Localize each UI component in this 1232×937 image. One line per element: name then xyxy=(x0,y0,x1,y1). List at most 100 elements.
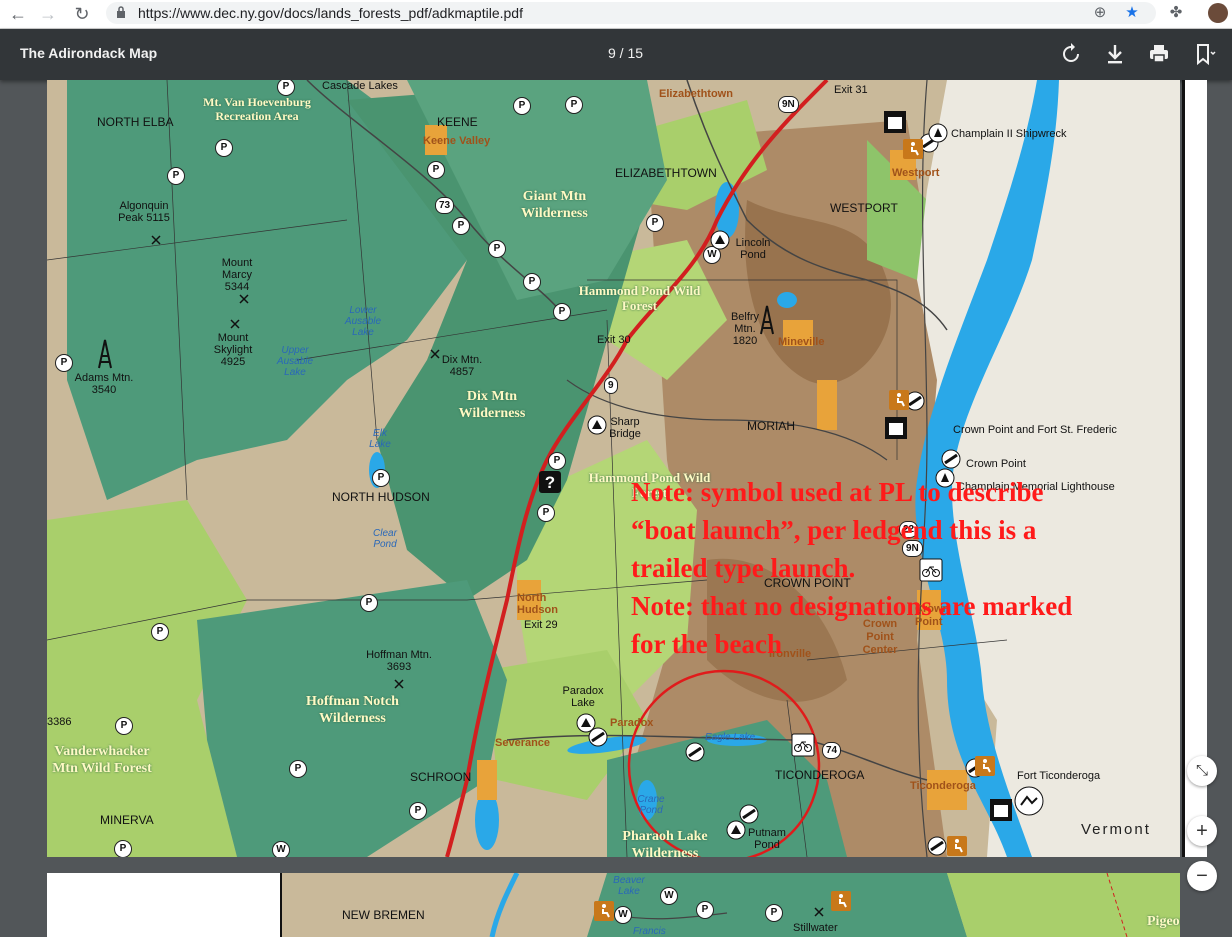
back-arrow-icon[interactable]: ← xyxy=(6,2,30,26)
information-icon: ? xyxy=(539,471,561,493)
parking-icon: P xyxy=(565,96,583,114)
water-label: Upper Ausable Lake xyxy=(276,345,314,378)
avatar[interactable] xyxy=(1208,3,1228,23)
parking-icon: P xyxy=(452,217,470,235)
hamlet-label: North Hudson xyxy=(517,592,558,616)
parking-icon: P xyxy=(696,901,714,919)
accessible-icon xyxy=(889,390,909,410)
download-icon[interactable] xyxy=(1103,42,1127,66)
water-label: Elk Lake xyxy=(369,428,391,450)
water-label: Clear Pond xyxy=(373,528,397,550)
wilderness-label: Pharaoh Lake Wilderness xyxy=(622,829,708,857)
forward-arrow-icon[interactable]: → xyxy=(36,2,60,26)
water-label: Eagle Lake xyxy=(705,732,756,743)
lake-label: Lincoln Pond xyxy=(735,237,771,261)
parking-icon: P xyxy=(646,214,664,232)
pdf-page-map: NORTH ELBA KEENE ELIZABETHTOWN WESTPORT … xyxy=(47,80,1180,857)
annotation-line: Note: symbol used at PL to describe xyxy=(631,477,1044,507)
landmark-label: Crown Point and Fort St. Frederic xyxy=(953,424,1117,436)
water-label: Francis xyxy=(633,926,666,937)
parking-icon: P xyxy=(115,717,133,735)
bookmark-star-icon[interactable]: ★ xyxy=(1122,3,1142,23)
town-label: WESTPORT xyxy=(830,201,898,215)
town-label: SCHROON xyxy=(410,770,472,784)
boat-launch-icon xyxy=(739,804,759,824)
print-icon[interactable] xyxy=(1147,42,1171,66)
boat-launch-icon xyxy=(927,836,947,856)
peak-label: Dix Mtn. 4857 xyxy=(441,354,483,378)
route-shield: 9N xyxy=(778,96,799,113)
wilderness-label: Hammond Pond Wild Forest xyxy=(578,283,701,313)
wilderness-label: Hoffman Notch Wilderness xyxy=(306,694,399,726)
boat-launch-icon xyxy=(588,727,608,747)
hamlet-label: Elizabethtown xyxy=(659,88,733,100)
wilderness-label: Mt. Van Hoevenburg Recreation Area xyxy=(203,95,311,123)
hamlet-label: Ticonderoga xyxy=(910,780,976,792)
annotation-line: “boat launch”, per ledgend this is a xyxy=(631,515,1037,545)
wheelchair-access-icon: W xyxy=(614,906,632,924)
accessible-icon xyxy=(947,836,967,856)
svg-text:?: ? xyxy=(545,473,555,492)
extension-icon[interactable]: ✤ xyxy=(1166,3,1186,23)
lake-label: Putnam Pond xyxy=(748,827,786,851)
peak-label: Hoffman Mtn. 3693 xyxy=(366,649,432,673)
accessible-icon xyxy=(831,891,851,911)
reload-icon[interactable]: ↻ xyxy=(70,2,94,26)
pdf-toolbar: The Adirondack Map 9 / 15 xyxy=(0,29,1232,80)
water-label: Crane Pond xyxy=(637,794,665,816)
lake-label: Paradox Lake xyxy=(562,685,604,709)
boat-launch-icon xyxy=(685,742,705,762)
page-margin xyxy=(1185,80,1207,857)
water-label: Lower Ausable Lake xyxy=(344,305,382,338)
town-label: NORTH HUDSON xyxy=(332,490,430,504)
wilderness-label: Dix Mtn Wilderness xyxy=(458,389,526,421)
town-label: MINERVA xyxy=(100,813,154,827)
wilderness-label: Pigeon xyxy=(1147,914,1180,929)
peak-label: Belfry Mtn. 1820 xyxy=(730,311,760,347)
bookmark-icon[interactable] xyxy=(1192,42,1216,66)
omnibox[interactable]: https://www.dec.ny.gov/docs/lands_forest… xyxy=(106,2,1156,24)
wilderness-label: Vanderwhacker Mtn Wild Forest xyxy=(52,744,152,776)
town-label: TICONDEROGA xyxy=(775,768,865,782)
zoom-in-button[interactable]: + xyxy=(1187,816,1217,846)
parking-icon: P xyxy=(548,452,566,470)
parking-icon: P xyxy=(427,161,445,179)
exit-label: Exit 31 xyxy=(834,84,868,96)
town-label: MORIAH xyxy=(747,419,795,433)
landmark-label: Crown Point xyxy=(966,458,1026,470)
pdf-page-next: NEW BREMEN Beaver Lake Stillwater Pigeon… xyxy=(47,873,1180,937)
parking-icon: P xyxy=(372,469,390,487)
water-label: Beaver Lake xyxy=(613,875,645,897)
page-indicator[interactable]: 9 / 15 xyxy=(608,45,643,61)
hamlet-label: Keene Valley xyxy=(423,135,491,147)
exit-label: Exit 30 xyxy=(597,334,631,346)
town-label: ELIZABETHTOWN xyxy=(615,166,717,180)
route-shield: 73 xyxy=(435,197,455,214)
browser-address-bar: ← → ↻ https://www.dec.ny.gov/docs/lands_… xyxy=(0,0,1232,29)
parking-icon: P xyxy=(513,97,531,115)
hamlet-label: Paradox xyxy=(610,717,654,729)
wheelchair-access-icon: W xyxy=(272,841,290,857)
accessible-icon xyxy=(903,139,923,159)
parking-icon: P xyxy=(151,623,169,641)
campground-icon xyxy=(710,230,730,250)
zoom-icon[interactable]: ⊕ xyxy=(1090,3,1110,23)
parking-icon: P xyxy=(360,594,378,612)
peak-label: Mount Marcy 5344 xyxy=(221,257,253,293)
lock-icon xyxy=(117,6,125,18)
zoom-out-button[interactable]: − xyxy=(1187,861,1217,891)
annotation-line: Note: that no designations are marked xyxy=(631,591,1073,621)
parking-icon: P xyxy=(114,840,132,857)
historic-site-icon xyxy=(885,417,907,439)
parking-icon: P xyxy=(289,760,307,778)
peak-label: 3386 xyxy=(47,716,72,728)
url-text[interactable]: https://www.dec.ny.gov/docs/lands_forest… xyxy=(138,5,523,21)
parking-icon: P xyxy=(537,504,555,522)
rotate-icon[interactable] xyxy=(1059,42,1083,66)
parking-icon: P xyxy=(765,904,783,922)
hamlet-label: Mineville xyxy=(778,336,825,348)
fit-page-button[interactable]: ⤡ xyxy=(1187,756,1217,786)
campground-icon xyxy=(587,415,607,435)
annotation-line: trailed type launch. xyxy=(631,553,856,583)
parking-icon: P xyxy=(488,240,506,258)
